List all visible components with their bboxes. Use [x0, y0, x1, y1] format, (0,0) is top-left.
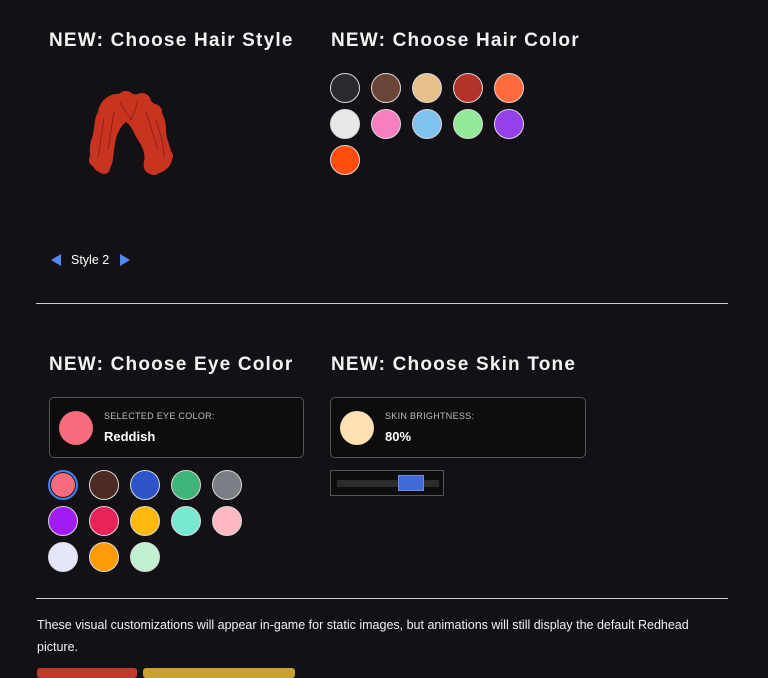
hair-color-heading: NEW: Choose Hair Color — [331, 30, 580, 51]
selected-eye-color-panel: SELECTED EYE COLOR: Reddish — [49, 397, 304, 458]
hair-preview — [80, 88, 180, 183]
eye-color-swatch[interactable] — [130, 470, 160, 500]
eye-color-swatch[interactable] — [212, 506, 242, 536]
eye-color-swatch[interactable] — [89, 470, 119, 500]
eye-color-swatch[interactable] — [171, 506, 201, 536]
skin-brightness-label: SKIN BRIGHTNESS: — [385, 411, 475, 421]
slider-track[interactable] — [337, 480, 439, 487]
eye-color-swatch[interactable] — [171, 470, 201, 500]
skin-tone-heading: NEW: Choose Skin Tone — [331, 354, 577, 375]
next-style-arrow-icon[interactable] — [120, 254, 130, 266]
hair-color-swatch[interactable] — [453, 73, 483, 103]
hair-color-swatch[interactable] — [412, 73, 442, 103]
hair-color-swatch[interactable] — [330, 145, 360, 175]
hair-style-heading: NEW: Choose Hair Style — [49, 30, 294, 51]
hair-color-swatch[interactable] — [330, 73, 360, 103]
style-label: Style 2 — [71, 253, 110, 267]
hair-color-swatch[interactable] — [371, 73, 401, 103]
hair-color-swatch[interactable] — [453, 109, 483, 139]
action-button-left[interactable] — [37, 668, 137, 678]
section-divider — [36, 303, 728, 304]
skin-brightness-slider[interactable] — [330, 470, 444, 496]
skin-brightness-panel: SKIN BRIGHTNESS: 80% — [330, 397, 586, 458]
hair-color-swatch[interactable] — [412, 109, 442, 139]
eye-color-swatch[interactable] — [48, 506, 78, 536]
selected-eye-color-dot — [59, 411, 93, 445]
prev-style-arrow-icon[interactable] — [51, 254, 61, 266]
hair-color-swatch[interactable] — [371, 109, 401, 139]
eye-color-swatch[interactable] — [89, 542, 119, 572]
eye-color-swatch[interactable] — [130, 542, 160, 572]
hair-color-swatch[interactable] — [330, 109, 360, 139]
eye-color-swatch[interactable] — [48, 542, 78, 572]
selected-eye-color-label: SELECTED EYE COLOR: — [104, 411, 215, 421]
eye-color-swatch[interactable] — [212, 470, 242, 500]
eye-color-swatch[interactable] — [130, 506, 160, 536]
footer-divider — [36, 598, 728, 599]
action-button-right[interactable] — [143, 668, 295, 678]
eye-color-swatch[interactable] — [48, 470, 78, 500]
selected-eye-color-value: Reddish — [104, 429, 156, 444]
hair-color-swatch[interactable] — [494, 73, 524, 103]
eye-color-heading: NEW: Choose Eye Color — [49, 354, 294, 375]
hair-icon — [89, 91, 173, 175]
hair-color-swatch[interactable] — [494, 109, 524, 139]
footer-note: These visual customizations will appear … — [37, 618, 689, 654]
eye-color-swatch[interactable] — [89, 506, 119, 536]
slider-thumb[interactable] — [397, 475, 424, 491]
skin-brightness-value: 80% — [385, 429, 412, 444]
skin-tone-dot — [340, 411, 374, 445]
